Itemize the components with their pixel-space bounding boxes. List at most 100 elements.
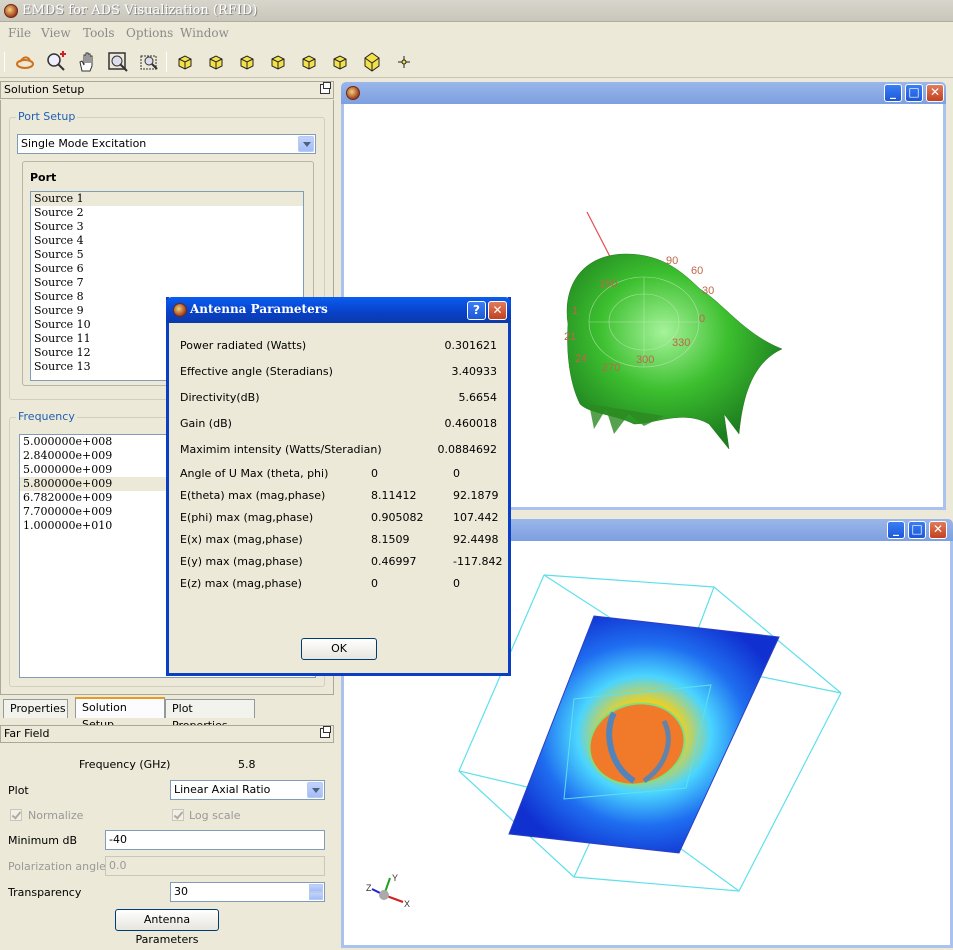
view-back-icon[interactable] <box>204 50 228 74</box>
menu-options[interactable]: Options <box>126 26 173 40</box>
angle-u-max-phi: 0 <box>453 467 460 480</box>
plot-label: Plot <box>8 784 29 797</box>
log-scale-checkbox[interactable] <box>172 809 184 821</box>
ok-button[interactable]: OK <box>301 638 377 660</box>
ey-max-label: E(y) max (mag,phase) <box>180 555 303 568</box>
gain-label: Gain (dB) <box>180 417 232 430</box>
excitation-select[interactable]: Single Mode Excitation <box>17 134 316 154</box>
normalize-checkbox[interactable] <box>10 809 22 821</box>
ey-max-mag: 0.46997 <box>371 555 417 568</box>
solution-setup-header: Solution Setup <box>0 81 334 99</box>
directivity-value: 5.6654 <box>458 391 498 404</box>
angle-label: 60 <box>691 265 703 277</box>
menu-tools[interactable]: Tools <box>83 26 115 40</box>
spin-up-icon[interactable] <box>309 884 323 892</box>
tab-solution-setup[interactable]: Solution Setup <box>75 697 165 731</box>
angle-u-max-label: Angle of U Max (theta, phi) <box>180 467 329 480</box>
menu-window[interactable]: Window <box>180 26 229 40</box>
chevron-down-icon[interactable] <box>307 782 323 798</box>
pan-hand-icon[interactable] <box>75 50 99 74</box>
dialog-title-bar: Antenna Parameters ? ✕ <box>166 297 511 323</box>
power-radiated-value: 0.301621 <box>444 339 498 352</box>
view-top-icon[interactable] <box>297 50 321 74</box>
float-dock-icon[interactable] <box>320 726 331 738</box>
list-item[interactable]: Source 6 <box>31 262 303 276</box>
etheta-max-phase: 92.1879 <box>453 489 499 502</box>
polarization-input[interactable]: 0.0 <box>105 856 325 876</box>
angle-label: 30 <box>702 285 714 297</box>
transparency-spinbox[interactable]: 30 <box>170 882 325 902</box>
list-item[interactable]: Source 4 <box>31 234 303 248</box>
dialog-icon <box>173 303 187 317</box>
origin-icon[interactable] <box>392 50 416 74</box>
frequency-ghz-label: Frequency (GHz) <box>79 758 171 771</box>
maximize-icon[interactable]: □ <box>908 521 926 539</box>
tab-plot-properties[interactable]: Plot Properties <box>165 699 255 732</box>
close-icon[interactable]: ✕ <box>929 521 947 539</box>
list-item[interactable]: Source 3 <box>31 220 303 234</box>
close-icon[interactable]: ✕ <box>926 84 944 102</box>
list-item[interactable]: Source 2 <box>31 206 303 220</box>
minimize-icon[interactable]: _ <box>884 84 902 102</box>
etheta-max-mag: 8.11412 <box>371 489 417 502</box>
view-front-icon[interactable] <box>173 50 197 74</box>
chevron-down-icon[interactable] <box>298 136 314 152</box>
angle-label: 330 <box>672 337 690 349</box>
plot-value: Linear Axial Ratio <box>174 783 271 796</box>
view-left-icon[interactable] <box>235 50 259 74</box>
excitation-value: Single Mode Excitation <box>21 137 147 150</box>
angle-label: 270 <box>602 362 620 374</box>
rotate-icon[interactable] <box>13 50 37 74</box>
frequency-ghz-value: 5.8 <box>238 758 256 771</box>
effective-angle-value: 3.40933 <box>451 365 498 378</box>
tab-properties[interactable]: Properties <box>3 699 68 718</box>
zoom-in-icon[interactable] <box>44 50 68 74</box>
plot-select[interactable]: Linear Axial Ratio <box>170 780 325 800</box>
app-title-bar: EMDS for ADS Visualization (RFID) <box>0 0 953 22</box>
far-field-header: Far Field <box>0 725 334 743</box>
ez-max-mag: 0 <box>371 577 378 590</box>
window-icon <box>346 86 360 100</box>
angle-label: 150 <box>599 278 617 290</box>
far-field-title: Far Field <box>4 727 50 740</box>
min-db-label: Minimum dB <box>8 834 78 847</box>
list-item[interactable]: Source 1 <box>31 192 303 206</box>
zoom-fit-icon[interactable] <box>106 50 130 74</box>
app-logo-icon <box>4 4 18 18</box>
max-intensity-label: Maximim intensity (Watts/Steradian) <box>180 443 382 456</box>
close-icon[interactable]: ✕ <box>488 301 507 320</box>
spin-down-icon[interactable] <box>309 892 323 900</box>
toolbar <box>0 46 953 78</box>
list-item[interactable]: Source 7 <box>31 276 303 290</box>
view-right-icon[interactable] <box>266 50 290 74</box>
list-item[interactable]: Source 5 <box>31 248 303 262</box>
ey-max-phase: -117.842 <box>453 555 503 568</box>
ex-max-phase: 92.4498 <box>453 533 499 546</box>
angle-label: 1 <box>572 305 578 317</box>
menu-file[interactable]: File <box>8 26 31 40</box>
antenna-parameters-button[interactable]: Antenna Parameters <box>115 909 219 946</box>
effective-angle-label: Effective angle (Steradians) <box>180 365 333 378</box>
zoom-window-icon[interactable] <box>137 50 161 74</box>
gain-value: 0.460018 <box>444 417 498 430</box>
port-label: Port <box>30 171 57 184</box>
menu-view[interactable]: View <box>41 26 71 40</box>
ephi-max-mag: 0.905082 <box>371 511 424 524</box>
view-bottom-icon[interactable] <box>328 50 352 74</box>
angle-label: 24 <box>575 353 587 365</box>
ez-max-phase: 0 <box>453 577 460 590</box>
min-db-input[interactable]: -40 <box>105 830 325 850</box>
port-setup-title: Port Setup <box>16 110 78 123</box>
axis-x-label: X <box>404 899 410 909</box>
view-iso-icon[interactable] <box>360 50 384 74</box>
minimize-icon[interactable]: _ <box>887 521 905 539</box>
normalize-label: Normalize <box>28 809 84 822</box>
help-icon[interactable]: ? <box>467 301 486 320</box>
maximize-icon[interactable]: □ <box>905 84 923 102</box>
transparency-label: Transparency <box>8 886 82 899</box>
max-intensity-value: 0.0884692 <box>437 443 498 456</box>
float-dock-icon[interactable] <box>320 82 331 94</box>
angle-label: 21 <box>564 331 576 343</box>
ephi-max-phase: 107.442 <box>453 511 499 524</box>
polarization-label: Polarization angle <box>8 860 106 873</box>
